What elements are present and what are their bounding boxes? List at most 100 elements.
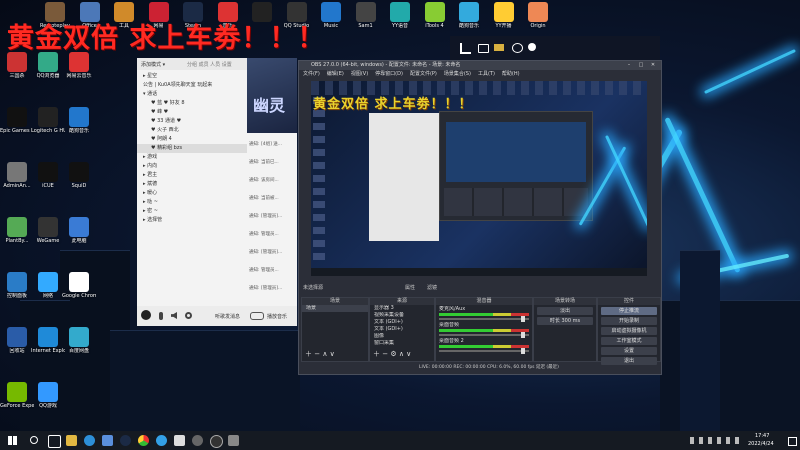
mixer-dock[interactable]: 混音器 麦克风/Aux 桌面音频 桌面音频 2	[435, 297, 533, 362]
explorer-taskbar-icon[interactable]	[66, 435, 77, 446]
desktop-icon[interactable]: 此电脑	[62, 217, 96, 244]
desktop-icon[interactable]: 三国杀	[0, 52, 34, 79]
source-item[interactable]: 视频采集设备	[370, 312, 434, 319]
mixer-list[interactable]: 麦克风/Aux 桌面音频 桌面音频 2	[436, 305, 532, 354]
clock-date[interactable]: 2022/4/24	[748, 441, 774, 447]
top-desktop-icon[interactable]: Origin	[521, 2, 555, 29]
channel-item[interactable]: ♥ 精彩组 bzs	[137, 144, 247, 153]
channel-item[interactable]: ▸ 游戏	[137, 153, 247, 162]
obs-menu-item[interactable]: 场景集合(S)	[444, 71, 471, 77]
filters-button[interactable]: 滤镜	[427, 284, 437, 291]
volume-slider[interactable]	[439, 348, 529, 354]
source-add-icon[interactable]: ＋ − ⚙ ∧ ∨	[373, 349, 411, 359]
store-taskbar-icon[interactable]	[102, 435, 113, 446]
obs-menu-item[interactable]: 停靠窗口(D)	[375, 71, 403, 77]
channel-item[interactable]: ▾ 通话	[137, 90, 247, 99]
mic-icon[interactable]	[159, 312, 163, 320]
transition-select[interactable]: 淡出	[537, 307, 593, 315]
chat-app-taskbar-icon[interactable]	[192, 435, 203, 446]
volume-slider-handle[interactable]	[521, 332, 525, 338]
control-button[interactable]: 工作室模式	[601, 337, 657, 345]
sources-list[interactable]: 显示器 3 视频采集设备 文本 (GDI+) 文本 (GDI+) 图像 窗口采集	[370, 305, 434, 347]
search-icon[interactable]	[30, 436, 38, 444]
user-avatar[interactable]	[141, 310, 151, 320]
desktop-icon[interactable]: 网络	[31, 272, 65, 299]
control-button[interactable]: 启动虚拟摄像机	[601, 327, 657, 335]
desktop-icon[interactable]: GeForce Experience	[0, 382, 34, 409]
obs-taskbar-icon[interactable]	[210, 435, 223, 448]
channel-item[interactable]: ♥ 33 通道 ♥	[137, 117, 247, 126]
volume-slider[interactable]	[439, 316, 529, 322]
desktop-icon[interactable]: 回收站	[0, 327, 34, 354]
mixer-channel[interactable]: 桌面音频	[436, 321, 532, 338]
desktop-icon[interactable]: 控制面板	[0, 272, 34, 299]
channel-item[interactable]: ▸ 哒 ~	[137, 198, 247, 207]
volume-slider-handle[interactable]	[521, 348, 525, 354]
app-taskbar-icon[interactable]	[174, 435, 185, 446]
volume-slider[interactable]	[439, 332, 529, 338]
steam-taskbar-icon[interactable]	[120, 435, 131, 446]
desktop-icon[interactable]: PlantBy...	[0, 217, 34, 244]
obs-menu-item[interactable]: 工具(T)	[478, 71, 495, 77]
media-taskbar-icon[interactable]	[228, 435, 239, 446]
desktop-icon[interactable]: SquiD	[62, 162, 96, 189]
transitions-dock[interactable]: 场景转场 淡出 时长 300 ms	[533, 297, 597, 362]
obs-window[interactable]: OBS 27.0.0 (64-bit, windows) - 配置文件: 未命名…	[298, 60, 662, 375]
obs-minimize-button[interactable]: –	[625, 61, 633, 70]
top-desktop-icon[interactable]: 酷狗音乐	[452, 2, 486, 29]
channel-item[interactable]: ♥ 蓝 ♥ 好友 8	[137, 99, 247, 108]
folder-icon[interactable]	[494, 44, 504, 51]
desktop-icon[interactable]: Internet Explorer	[31, 327, 65, 354]
desktop-icon[interactable]: Epic Games Launcher	[0, 107, 34, 134]
sources-dock[interactable]: 来源 显示器 3 视频采集设备 文本 (GDI+) 文本 (GDI+) 图像 窗口采集 ＋…	[369, 297, 435, 362]
channel-item[interactable]: ♥ 峰 ♥	[137, 108, 247, 117]
task-view-icon[interactable]	[48, 435, 61, 448]
chat-header-tools[interactable]: 分组 成员 人员 设置	[187, 61, 232, 68]
desktop-icon[interactable]: QQ浏览器	[31, 52, 65, 79]
desktop-icon[interactable]: WeGame	[31, 217, 65, 244]
tray-icons[interactable]	[690, 437, 740, 444]
obs-menu-item[interactable]: 视图(V)	[351, 71, 368, 77]
controls-list[interactable]: 停止推流开始录制启动虚拟摄像机 工作室模式设置退出	[598, 307, 660, 365]
control-button[interactable]: 设置	[601, 347, 657, 355]
obs-close-button[interactable]: ✕	[649, 61, 657, 70]
obs-maximize-button[interactable]: □	[637, 61, 645, 70]
channel-item[interactable]: ♥ 火子 西北	[137, 126, 247, 135]
play-music-label[interactable]: 播放音乐	[267, 313, 287, 320]
top-desktop-icon[interactable]: Sam1	[349, 2, 383, 29]
top-desktop-icon[interactable]: YY开播	[487, 2, 521, 29]
control-button[interactable]: 退出	[601, 357, 657, 365]
user-icon[interactable]	[528, 43, 536, 51]
controls-dock[interactable]: 控件 停止推流 开始录制 启动虚拟摄像机 工作室模式 设置 退出	[597, 297, 661, 365]
channel-item[interactable]: ▸ 暖心	[137, 189, 247, 198]
qq-taskbar-icon[interactable]	[156, 435, 167, 446]
scene-add-icon[interactable]: ＋ − ∧ ∨	[305, 349, 335, 359]
chat-icon[interactable]	[512, 43, 523, 53]
channel-item[interactable]: ▸ 内向	[137, 162, 247, 171]
obs-menu-item[interactable]: 编辑(E)	[327, 71, 344, 77]
source-item[interactable]: 文本 (GDI+)	[370, 326, 434, 333]
top-desktop-icon[interactable]: YY语音	[383, 2, 417, 29]
obs-preview[interactable]: 黄金双倍 求上车劵！！！	[311, 81, 647, 276]
chat-mode-label[interactable]: 添加模式 ▾	[141, 61, 165, 68]
home-icon[interactable]	[460, 43, 471, 54]
message-list[interactable]: 通知: [4组] 送... 通知: 当前已... 通知: 该房间... 通知: 当前被…	[247, 136, 297, 298]
desktop-icon[interactable]: AdminAn...	[0, 162, 34, 189]
control-button[interactable]: 开始录制	[601, 317, 657, 325]
settings-icon[interactable]	[185, 312, 192, 319]
properties-button[interactable]: 属性	[405, 284, 415, 291]
source-item[interactable]: 显示器 3	[370, 305, 434, 312]
obs-menu-item[interactable]: 帮助(H)	[502, 71, 520, 77]
mixer-channel[interactable]: 桌面音频 2	[436, 337, 532, 354]
send-message-label[interactable]: 听歌发消息	[215, 313, 240, 320]
control-button[interactable]: 停止推流	[601, 307, 657, 315]
channel-item[interactable]: ♥ 阿朗 4	[137, 135, 247, 144]
transition-duration[interactable]: 时长 300 ms	[537, 317, 593, 325]
source-item[interactable]: 图像	[370, 333, 434, 340]
clock-time[interactable]: 17:47	[755, 433, 769, 439]
start-button[interactable]	[8, 436, 17, 445]
desktop-icon[interactable]: QQ游戏	[31, 382, 65, 409]
scenes-dock[interactable]: 场景 场景 ＋ − ∧ ∨	[301, 297, 369, 362]
source-item[interactable]: 文本 (GDI+)	[370, 319, 434, 326]
channel-item[interactable]: ▸ 选择管	[137, 216, 247, 225]
